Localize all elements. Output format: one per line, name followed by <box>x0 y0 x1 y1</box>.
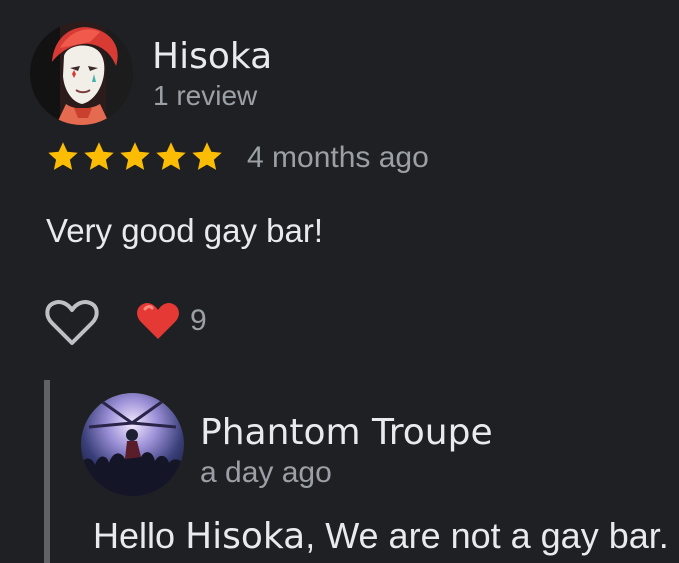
reaction-count: 9 <box>190 304 207 337</box>
like-button[interactable] <box>44 298 100 348</box>
reply-greeting: Hello <box>93 515 176 556</box>
star-rating <box>45 139 225 175</box>
owner-photo-icon <box>81 393 184 496</box>
review-text: Very good gay bar! <box>46 212 324 249</box>
star-icon <box>48 142 78 170</box>
reviewer-name[interactable]: Hisoka <box>152 36 272 78</box>
reply-mention: Hisoka <box>185 516 306 557</box>
heart-outline-icon <box>45 299 99 345</box>
reply-divider <box>44 380 50 563</box>
reviewer-avatar[interactable] <box>30 22 133 125</box>
profile-photo-icon <box>30 22 133 125</box>
reaction-summary[interactable]: 9 <box>136 298 207 344</box>
star-icon <box>192 142 222 170</box>
reply-text: Hello Hisoka, We are not a gay bar. <box>93 515 669 558</box>
owner-avatar[interactable] <box>81 393 184 496</box>
owner-name: Phantom Troupe <box>200 412 493 453</box>
star-icon <box>156 142 186 170</box>
star-icon <box>120 142 150 170</box>
review-card: Hisoka 1 review 4 months ago Very good g… <box>0 0 679 563</box>
star-icon <box>84 142 114 170</box>
reply-body: , We are not a gay bar. <box>305 515 669 556</box>
review-time: 4 months ago <box>247 141 429 174</box>
red-heart-icon <box>137 302 179 339</box>
reviewer-review-count[interactable]: 1 review <box>153 79 257 113</box>
reply-time: a day ago <box>200 456 332 489</box>
